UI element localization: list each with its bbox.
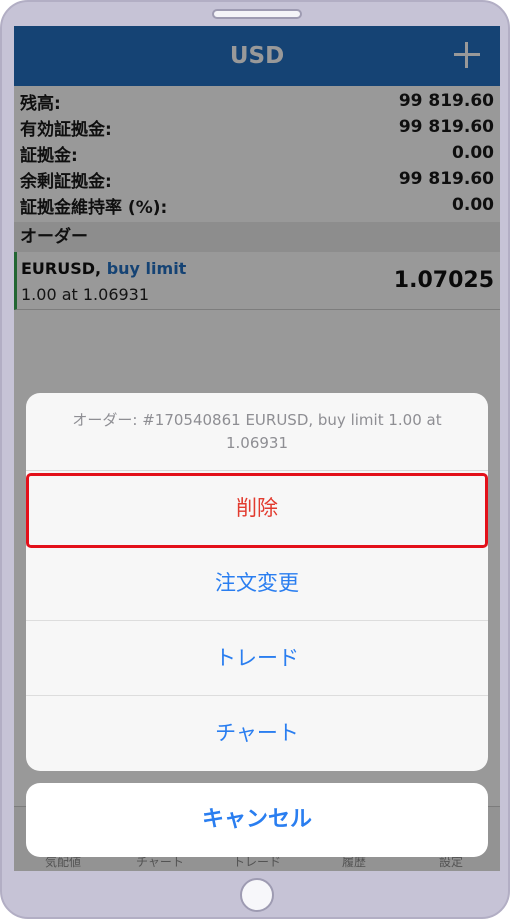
cancel-button[interactable]: キャンセル xyxy=(26,783,488,857)
modify-order-button[interactable]: 注文変更 xyxy=(26,546,488,621)
action-sheet: オーダー: #170540861 EURUSD, buy limit 1.00 … xyxy=(26,393,488,771)
chart-button[interactable]: チャート xyxy=(26,696,488,771)
action-sheet-message: オーダー: #170540861 EURUSD, buy limit 1.00 … xyxy=(26,393,488,471)
trade-button[interactable]: トレード xyxy=(26,621,488,696)
delete-button[interactable]: 削除 xyxy=(26,471,488,546)
home-button[interactable] xyxy=(240,878,274,912)
speaker-slot xyxy=(212,9,302,19)
app-screen: USD 残高: 99 819.60 有効証拠金: 99 819.60 証拠金: … xyxy=(14,26,500,871)
phone-frame: USD 残高: 99 819.60 有効証拠金: 99 819.60 証拠金: … xyxy=(0,0,510,919)
